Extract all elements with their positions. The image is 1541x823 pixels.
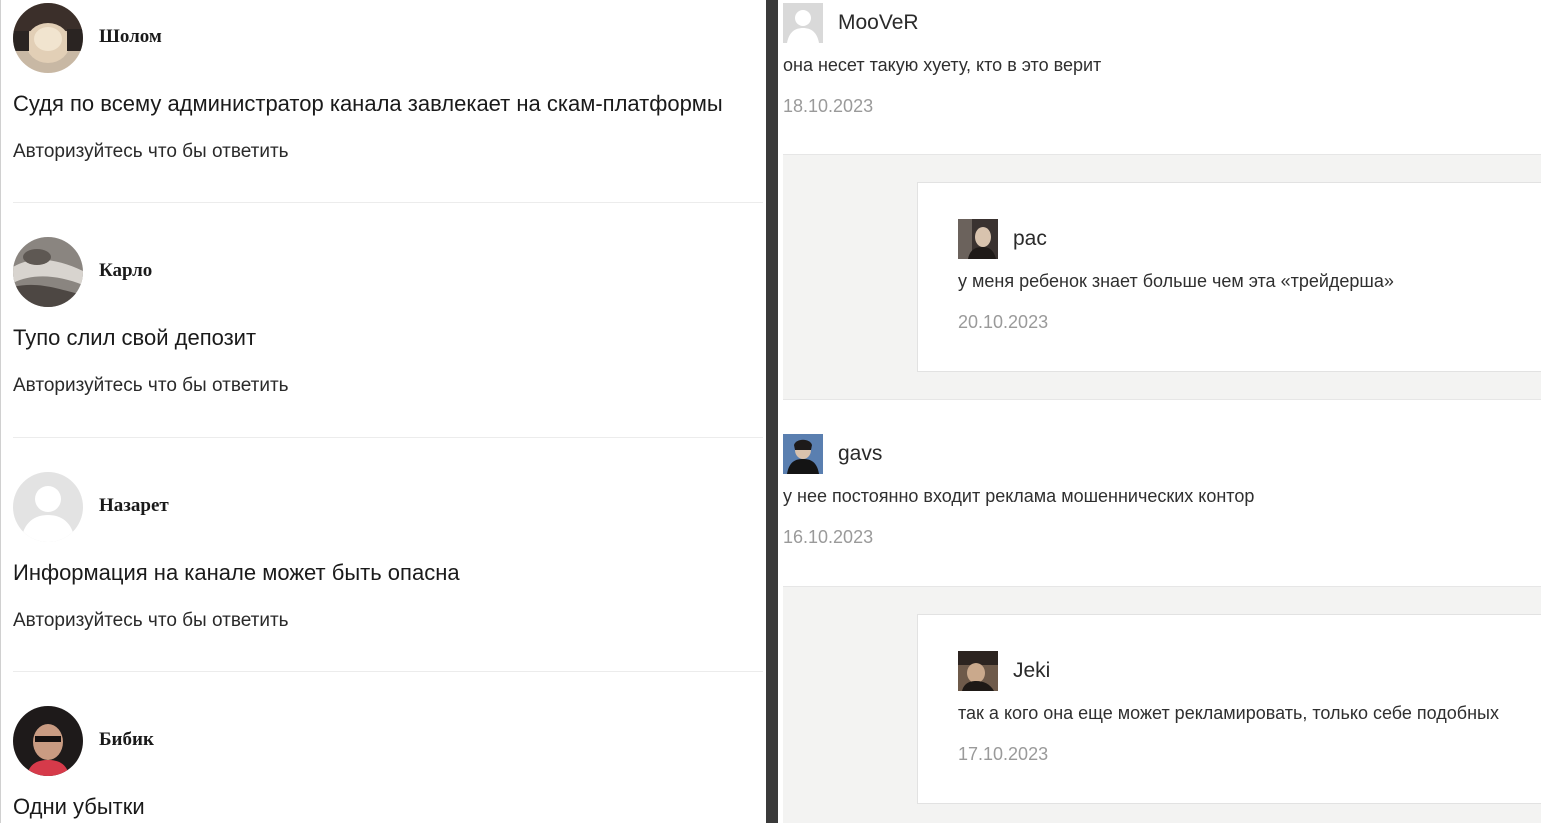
reply-card: рас у меня ребенок знает больше чем эта … — [917, 182, 1541, 372]
comment-text: Одни убытки — [13, 794, 145, 819]
comment-text: у нее постоянно входит реклама мошенниче… — [783, 486, 1255, 506]
reply-card: Jeki так а кого она еще может рекламиров… — [917, 614, 1541, 804]
authorize-to-reply-link[interactable]: Авторизуйтесь что бы ответить — [13, 141, 289, 163]
default-user-avatar-icon[interactable] — [13, 472, 83, 542]
reply-text: так а кого она еще может рекламировать, … — [958, 703, 1499, 723]
comment-divider — [13, 671, 763, 672]
photo-avatar-icon[interactable] — [783, 434, 823, 474]
left-comments-panel: Шолом Судя по всему администратор канала… — [0, 0, 766, 823]
comment-author: Назарет — [99, 495, 169, 516]
authorize-to-reply-link[interactable]: Авторизуйтесь что бы ответить — [13, 610, 289, 632]
photo-avatar-icon[interactable] — [958, 219, 998, 259]
comment-text: Тупо слил свой депозит — [13, 325, 257, 350]
comment-author: gavs — [838, 442, 883, 465]
comment-text: Информация на канале может быть опасна — [13, 560, 460, 585]
reply-date: 20.10.2023 — [958, 312, 1049, 332]
center-divider-bar — [766, 0, 778, 823]
comment-item: gavs у нее постоянно входит реклама моше… — [783, 434, 1538, 574]
right-comments-panel: MooVeR она несет такую хуету, кто в это … — [778, 0, 1541, 823]
default-user-avatar-icon[interactable] — [783, 3, 823, 43]
comment-divider — [13, 202, 763, 203]
comment-item: Бибик Одни убытки — [13, 706, 763, 823]
comment-author: Карло — [99, 260, 153, 281]
comment-text: она несет такую хуету, кто в это верит — [783, 55, 1102, 75]
comment-text: Судя по всему администратор канала завле… — [13, 91, 723, 116]
comment-author: Шолом — [99, 26, 162, 47]
comment-item: MooVeR она несет такую хуету, кто в это … — [783, 3, 1538, 128]
photo-avatar-icon[interactable] — [13, 3, 83, 73]
comment-item: Карло Тупо слил свой депозит Авторизуйте… — [13, 237, 763, 427]
authorize-to-reply-link[interactable]: Авторизуйтесь что бы ответить — [13, 375, 289, 397]
photo-avatar-icon[interactable] — [13, 706, 83, 776]
comment-date: 18.10.2023 — [783, 96, 874, 116]
reply-author: Jeki — [1013, 659, 1051, 682]
reply-author: рас — [1013, 227, 1047, 250]
comment-date: 16.10.2023 — [783, 527, 874, 547]
reply-text: у меня ребенок знает больше чем эта «тре… — [958, 271, 1394, 291]
photo-avatar-icon[interactable] — [958, 651, 998, 691]
reply-date: 17.10.2023 — [958, 744, 1049, 764]
comment-divider — [13, 437, 763, 438]
comment-author: Бибик — [99, 729, 154, 750]
comment-item: Назарет Информация на канале может быть … — [13, 472, 763, 662]
comment-author: MooVeR — [838, 11, 919, 34]
photo-avatar-icon[interactable] — [13, 237, 83, 307]
comment-item: Шолом Судя по всему администратор канала… — [13, 3, 763, 193]
thread-divider — [783, 399, 1541, 400]
